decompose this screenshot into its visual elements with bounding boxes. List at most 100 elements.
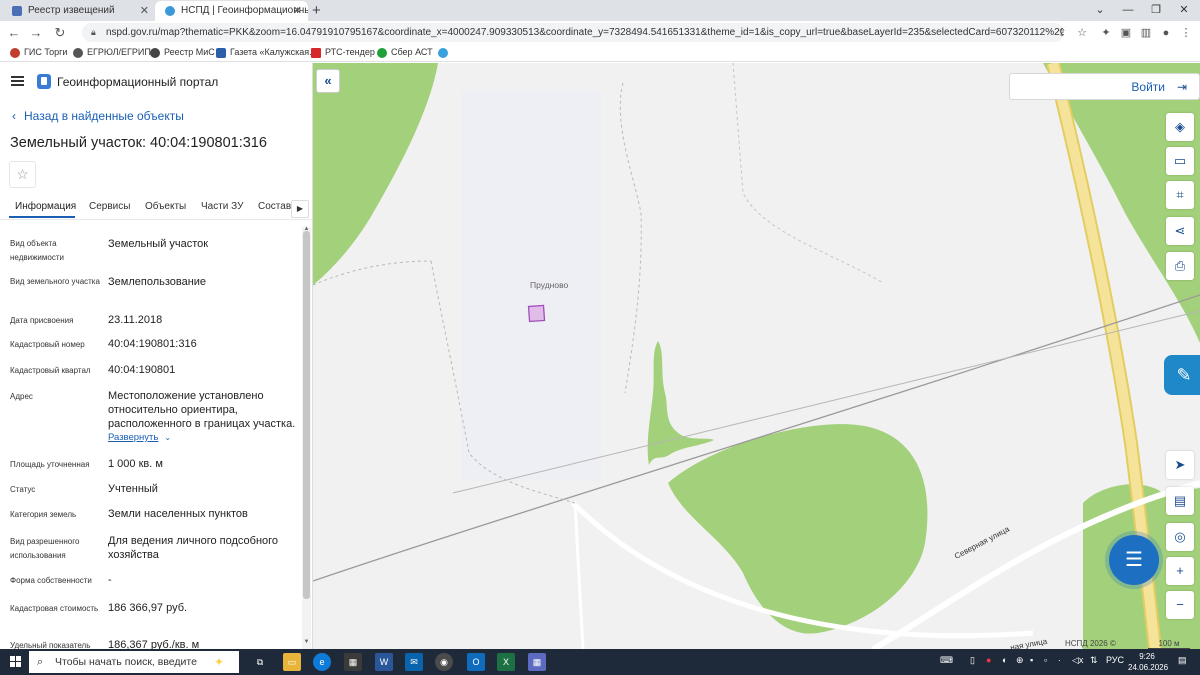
bookmark-sber-ast[interactable]: Сбер АСТ [377, 44, 433, 61]
edge-icon[interactable]: e [313, 653, 331, 671]
navigate-icon[interactable]: ➤ [1166, 451, 1194, 479]
excel-icon[interactable]: X [497, 653, 515, 671]
task-view-icon[interactable]: ⧉ [251, 653, 269, 671]
property-label: Удельный показатель [10, 641, 91, 649]
browser-tab-registry[interactable]: Реестр извещений ✕ [2, 1, 155, 21]
tray-icon[interactable]: ▪ [1030, 655, 1033, 665]
taskbar-search[interactable]: ⌕ Чтобы начать поиск, введите [29, 651, 239, 673]
property-label: Вид земельного участка [10, 277, 100, 286]
new-tab-button[interactable]: + [312, 0, 321, 21]
bookmark-egrul[interactable]: ЕГРЮЛ/ЕГРИП [73, 44, 151, 61]
ruler-icon[interactable]: ▭ [1166, 147, 1194, 175]
sparkle-icon[interactable]: ✦ [210, 653, 228, 671]
panel-scrollbar[interactable]: ▲ ▼ [302, 226, 311, 649]
sber-icon [377, 48, 387, 58]
bookmarks-bar: ГИС Торги ЕГРЮЛ/ЕГРИП Реестр МиС Газета … [0, 44, 1200, 62]
bookmark-gazeta[interactable]: Газета «Калужская... [216, 44, 317, 61]
forward-arrow-icon[interactable]: → [26, 23, 46, 43]
volume-icon[interactable]: ◁x [1072, 655, 1083, 666]
address-bar[interactable]: 🔒︎ nspd.gov.ru/map?thematic=PKK&zoom=16.… [82, 23, 1064, 42]
back-arrow-icon[interactable]: ← [4, 23, 24, 43]
collapse-panel-button[interactable]: « [316, 69, 340, 93]
gazeta-icon [216, 48, 226, 58]
calculator-icon[interactable]: ▦ [528, 653, 546, 671]
save-icon[interactable]: ▣ [1118, 25, 1134, 41]
bookmark-extra-icon [438, 48, 448, 58]
taskbar-clock[interactable]: 9:26 24.06.2026 [1128, 651, 1168, 673]
property-label: Кадастровый номер [10, 340, 85, 349]
tabs-scroll-right-icon[interactable]: ▶ [291, 200, 309, 218]
scrollbar-thumb[interactable] [303, 231, 310, 599]
map-copyright: НСПД 2026 © [1065, 639, 1116, 648]
zoom-in-icon[interactable]: + [1166, 557, 1194, 585]
tab-objects[interactable]: Объекты [145, 201, 186, 212]
zoom-out-icon[interactable]: − [1166, 591, 1194, 619]
bookmark-gis-torgi[interactable]: ГИС Торги [10, 44, 67, 61]
browser-tab-nspd[interactable]: НСПД | Геоинформационный п ✕ [155, 1, 308, 21]
share-map-icon[interactable]: ⋖ [1166, 217, 1194, 245]
boundary-line [619, 82, 642, 394]
outlook-icon[interactable]: O [467, 653, 485, 671]
favorite-star-icon[interactable]: ☆ [9, 161, 36, 188]
back-to-results-link[interactable]: ‹ Назад в найденные объекты [12, 109, 184, 123]
menu-dots-icon[interactable]: ⋮ [1178, 25, 1194, 41]
tab-information[interactable]: Информация [15, 201, 76, 212]
mail-icon[interactable]: ✉ [405, 653, 423, 671]
chat-menu-icon[interactable]: ☰ [1109, 535, 1159, 585]
bookmark-star-icon[interactable]: ☆ [1074, 25, 1090, 41]
tab-parts[interactable]: Части ЗУ [201, 201, 243, 212]
tray-icon[interactable]: ⊕ [1016, 655, 1024, 666]
tab-composition[interactable]: Состав [258, 201, 291, 212]
close-tab-icon[interactable]: ✕ [293, 1, 302, 21]
chrome-icon[interactable]: ◉ [435, 653, 453, 671]
share-icon[interactable]: ⇪ [1054, 25, 1070, 41]
expand-address-link[interactable]: Развернуть ⌄ [108, 432, 171, 443]
hamburger-menu-icon[interactable] [11, 76, 24, 86]
browser-tab-bar: Реестр извещений ✕ НСПД | Геоинформацион… [0, 0, 1200, 21]
file-explorer-icon[interactable]: ▭ [283, 653, 301, 671]
profile-icon[interactable]: ● [1158, 25, 1174, 41]
keyboard-icon[interactable]: ⌨ [940, 655, 953, 666]
layers-icon[interactable]: ◈ [1166, 113, 1194, 141]
minimize-icon[interactable]: — [1114, 0, 1142, 21]
antivirus-icon[interactable]: ● [986, 655, 991, 665]
property-label: Категория земель [10, 510, 77, 519]
tray-icon[interactable]: ∙ [1058, 655, 1061, 665]
store-icon[interactable]: ▦ [344, 653, 362, 671]
extensions-icon[interactable]: ✦ [1098, 25, 1114, 41]
tab-services[interactable]: Сервисы [89, 201, 130, 212]
map-canvas[interactable]: Прудново Северная улица ная улица « Войт… [313, 63, 1200, 649]
language-indicator[interactable]: РУС [1106, 655, 1124, 665]
scroll-down-icon[interactable]: ▼ [302, 639, 311, 645]
property-label: Адрес [10, 392, 33, 401]
property-label: Вид объекта недвижимости [10, 239, 64, 262]
network-icon[interactable]: ⇅ [1090, 655, 1098, 666]
login-bar[interactable]: Войти ⇥ [1009, 73, 1200, 100]
sidebar-icon[interactable]: ▥ [1138, 25, 1154, 41]
tab-title: НСПД | Геоинформационный п [181, 5, 308, 16]
address-row: ← → ↻ 🔒︎ nspd.gov.ru/map?thematic=PKK&zo… [0, 21, 1200, 44]
tray-icon[interactable]: ◐ [1002, 655, 1007, 665]
tray-icon[interactable]: ▫ [1044, 655, 1047, 665]
windows-start-icon[interactable] [10, 656, 22, 668]
close-window-icon[interactable]: ✕ [1170, 0, 1198, 21]
chevron-down-icon[interactable]: ⌄ [1086, 0, 1114, 21]
object-info-panel: Геоинформационный портал ‹ Назад в найден… [0, 63, 313, 649]
bookmark-rts[interactable]: РТС-тендер [311, 44, 375, 61]
print-icon[interactable]: ⎙ [1166, 252, 1194, 280]
tray-icon[interactable]: ▯ [970, 655, 975, 666]
reload-icon[interactable]: ↻ [50, 23, 70, 43]
assistant-icon[interactable]: ✎ [1164, 355, 1200, 395]
property-value: Для ведения личного подсобного хозяйства [108, 535, 279, 561]
basemap-icon[interactable]: ▤ [1166, 487, 1194, 515]
cadastral-number-value: 40:04:190801:316 [108, 338, 197, 350]
maximize-icon[interactable]: ❐ [1142, 0, 1170, 21]
select-area-icon[interactable]: ⌗ [1166, 181, 1194, 209]
nspd-favicon-icon [165, 6, 175, 16]
bookmark-reestr-mis[interactable]: Реестр МиС [150, 44, 215, 61]
search-icon: ⌕ [37, 656, 44, 668]
close-tab-icon[interactable]: ✕ [140, 1, 149, 21]
locate-icon[interactable]: ◎ [1166, 523, 1194, 551]
word-icon[interactable]: W [375, 653, 393, 671]
notifications-icon[interactable]: ▤ [1178, 655, 1187, 666]
